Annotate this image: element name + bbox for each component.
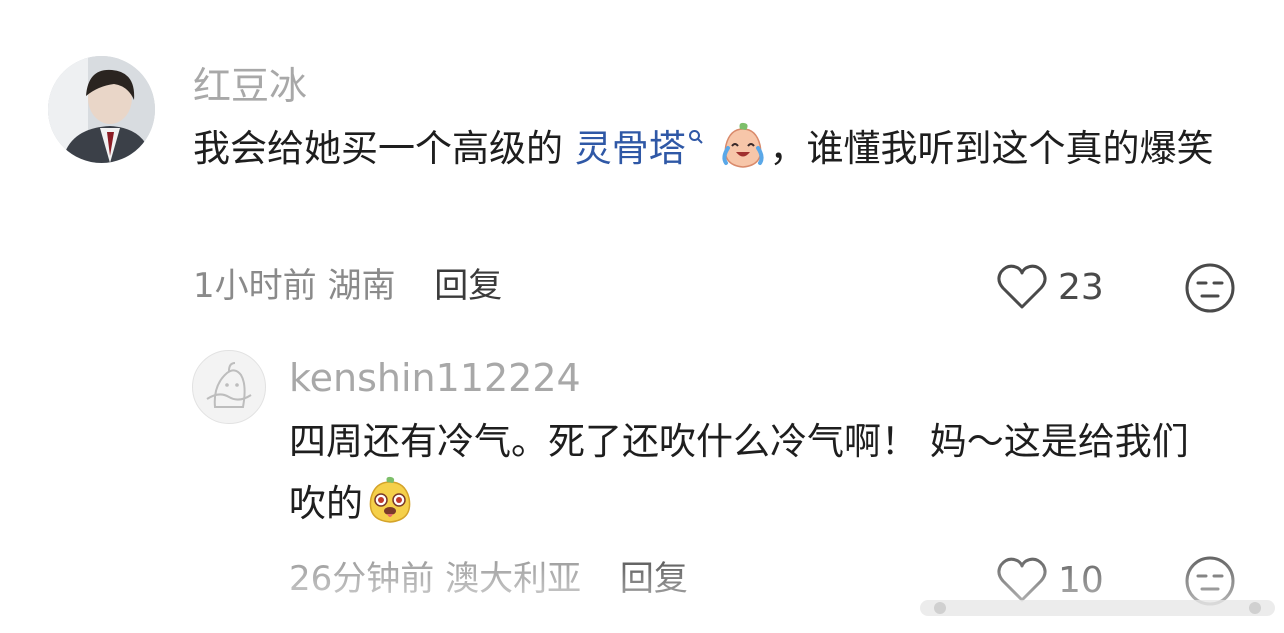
reply-button[interactable]: 回复 <box>620 559 688 599</box>
comment-text-part: ，谁懂我听到这个真的爆笑 <box>769 127 1214 170</box>
topic-link[interactable]: 灵骨塔 <box>575 127 704 170</box>
default-avatar-icon <box>206 362 252 408</box>
user-photo-icon <box>48 56 155 163</box>
dislike-face-icon[interactable] <box>1184 262 1236 314</box>
location: 澳大利亚 <box>445 559 582 599</box>
comment-text-part: 我会给她买一个高级的 <box>193 127 575 170</box>
crying-laugh-emoji <box>721 122 764 168</box>
location: 湖南 <box>327 266 396 306</box>
comment-text-part: 四周还有冷气。死了还吹什么冷气啊！ 妈～这是给我们吹的 <box>289 420 1189 525</box>
like-button[interactable]: 23 <box>996 263 1104 311</box>
username[interactable]: kenshin112224 <box>289 356 581 400</box>
username[interactable]: 红豆冰 <box>193 64 307 108</box>
avatar[interactable] <box>192 350 266 424</box>
like-count: 23 <box>1058 266 1104 308</box>
comment-meta: 26分钟前 澳大利亚 回复 <box>289 559 688 599</box>
timestamp: 1小时前 <box>193 266 317 306</box>
timestamp: 26分钟前 <box>289 559 435 599</box>
reply-button[interactable]: 回复 <box>434 266 502 306</box>
heart-icon <box>997 264 1047 309</box>
topic-link-label: 灵骨塔 <box>574 127 686 170</box>
comment-text: 四周还有冷气。死了还吹什么冷气啊！ 妈～这是给我们吹的 <box>289 411 1224 535</box>
search-icon <box>688 130 703 144</box>
avatar[interactable] <box>48 56 155 163</box>
dog-face-emoji <box>369 476 411 523</box>
comment-text: 我会给她买一个高级的 灵骨塔 ，谁懂我听到这个真的爆笑 <box>193 118 1223 180</box>
comment-meta: 1小时前 湖南 回复 <box>193 266 502 306</box>
watermark-icon <box>920 600 1275 616</box>
